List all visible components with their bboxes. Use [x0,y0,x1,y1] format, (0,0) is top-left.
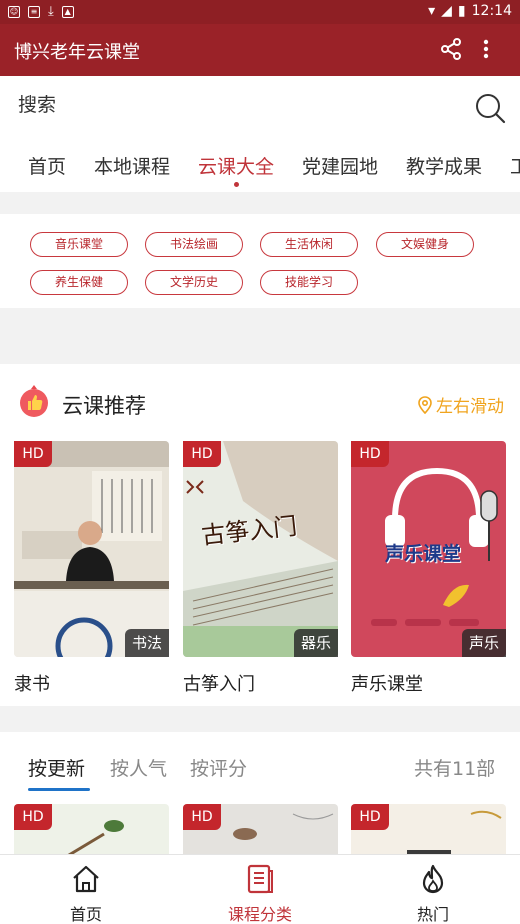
hd-badge: HD [351,804,389,830]
hd-badge: HD [14,804,52,830]
thumbs-up-badge-icon [20,385,48,417]
app-title: 博兴老年云课堂 [14,42,140,63]
nav-home[interactable]: 首页 [36,863,136,924]
message-icon: ≡ [28,5,40,18]
chip-music[interactable]: 音乐课堂 [30,232,128,257]
app-bar: 博兴老年云课堂 [0,24,520,76]
share-icon[interactable] [440,38,462,60]
course-thumbnail: 声乐课堂 [351,441,506,657]
status-time: 12:14 [471,3,512,19]
location-pin-icon [418,395,432,414]
chip-health[interactable]: 养生保健 [30,270,128,295]
category-chips: 音乐课堂 书法绘画 生活休闲 文娱健身 养生保健 文学历史 技能学习 [0,214,520,308]
tab-local-courses[interactable]: 本地课程 [94,152,170,179]
bottom-navigation: 首页 课程分类 热门 [0,854,520,924]
nav-hot-label: 热门 [416,905,449,924]
hd-badge: HD [183,441,221,467]
document-list-icon [247,864,273,894]
top-tabs: 首页 本地课程 云课大全 党建园地 教学成果 工 [0,138,520,192]
tab-cloud-courses[interactable]: 云课大全 [198,152,274,179]
chip-leisure[interactable]: 生活休闲 [260,232,358,257]
hd-badge: HD [14,441,52,467]
tab-teaching-results[interactable]: 教学成果 [406,152,482,179]
recommend-section: 云课推荐 左右滑动 HD 书法 隶书 古筝入门 HD 器乐 古筝入门 声乐课堂 … [0,364,520,706]
course-name: 古筝入门 [183,674,255,695]
hd-badge: HD [351,441,389,467]
tab-more[interactable]: 工 [510,152,520,179]
flame-icon [422,864,444,894]
active-tab-indicator [234,182,239,187]
recommend-title: 云课推荐 [62,394,146,418]
category-tag: 声乐 [461,629,506,657]
chip-calligraphy[interactable]: 书法绘画 [145,232,243,257]
swipe-hint: 左右滑动 [418,392,504,417]
signal-icon: ◢ [441,3,452,19]
chip-fitness[interactable]: 文娱健身 [376,232,474,257]
home-icon [73,865,99,893]
nav-hot[interactable]: 热门 [383,863,483,924]
tab-party-building[interactable]: 党建园地 [302,152,378,179]
category-tag: 书法 [124,629,169,657]
app-notification-icon: ☺ [8,5,20,18]
wifi-icon: ▾ [428,3,436,19]
nav-home-label: 首页 [69,905,102,924]
active-sort-underline [28,788,90,791]
search-icon[interactable] [474,92,506,124]
nav-course-categories[interactable]: 课程分类 [210,863,310,924]
swipe-hint-label: 左右滑动 [436,397,504,417]
search-label: 搜索 [18,94,57,116]
battery-icon: ▮ [457,3,466,19]
chip-skills[interactable]: 技能学习 [260,270,358,295]
course-name: 隶书 [14,674,50,695]
sort-by-popularity[interactable]: 按人气 [110,754,167,781]
course-card[interactable]: HD 书法 隶书 [14,441,169,695]
sort-by-update[interactable]: 按更新 [28,754,85,781]
category-tag: 器乐 [293,629,338,657]
course-thumbnail [14,441,169,657]
course-card[interactable]: 古筝入门 HD 器乐 古筝入门 [183,441,338,695]
course-card[interactable]: 声乐课堂 HD 声乐 声乐课堂 [351,441,506,695]
sort-by-rating[interactable]: 按评分 [190,754,247,781]
status-bar: ☺ ≡ ⤓ ▲ ▾ ◢ ▮ 12:14 [0,0,520,24]
search-bar[interactable]: 搜索 [0,76,520,138]
download-icon: ⤓ [48,4,54,19]
tab-home[interactable]: 首页 [28,152,66,179]
course-count: 共有11部 [414,758,496,780]
calligraphy-class-image [14,441,169,657]
vocal-overlay-text: 声乐课堂 [385,543,462,565]
chip-literature[interactable]: 文学历史 [145,270,243,295]
hd-badge: HD [183,804,221,830]
nav-course-categories-label: 课程分类 [227,905,292,924]
course-name: 声乐课堂 [351,674,423,695]
image-icon: ▲ [61,5,74,18]
course-thumbnail: 古筝入门 [183,441,338,657]
more-options-icon[interactable] [476,38,496,60]
